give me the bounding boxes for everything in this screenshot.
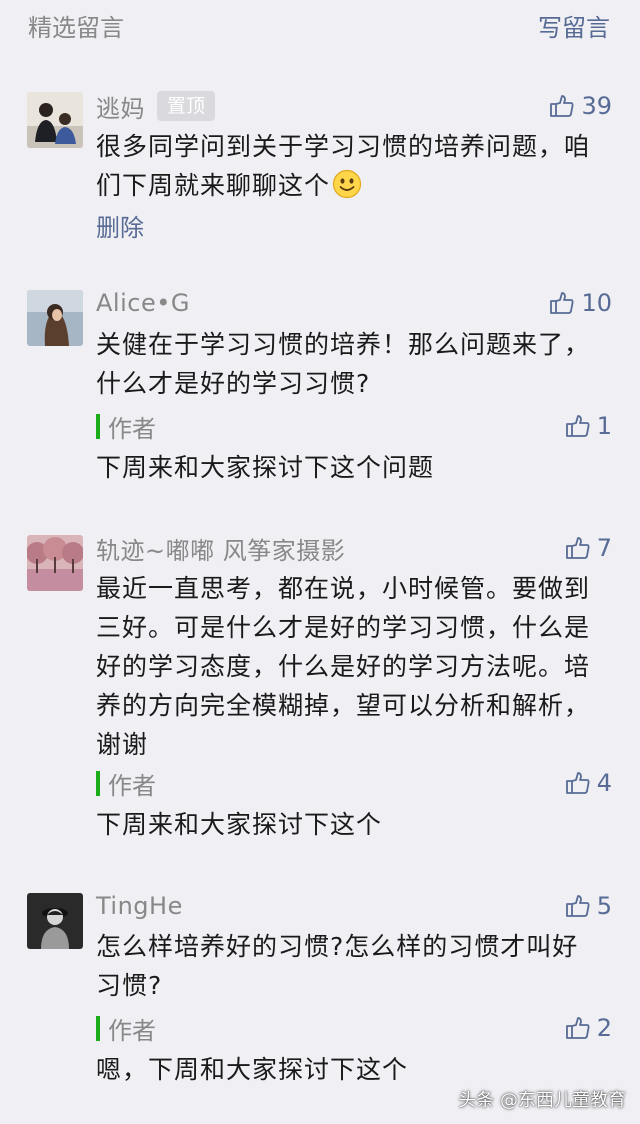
author-reply-bar — [96, 413, 100, 439]
bw-portrait-avatar[interactable] — [27, 893, 83, 949]
like-button[interactable]: 5 — [565, 888, 612, 924]
author-like-button[interactable]: 4 — [565, 765, 612, 801]
author-reply-header: 作者 — [96, 765, 156, 801]
author-reply-header: 作者 — [96, 408, 156, 444]
comments-header: 精选留言 写留言 — [0, 0, 640, 56]
like-button[interactable]: 39 — [549, 88, 612, 124]
thumbs-up-icon — [550, 95, 574, 117]
like-count: 7 — [596, 534, 612, 562]
comment-author-row: Alice•G — [96, 285, 190, 321]
author-reply-bar — [96, 1015, 100, 1041]
author-reply-bar — [96, 770, 100, 796]
author-like-count: 1 — [596, 412, 612, 440]
author-reply-text: 嗯，下周和大家探讨下这个 — [96, 1055, 409, 1084]
thumbs-up-icon — [550, 292, 574, 314]
author-reply-text: 下周来和大家探讨下这个 — [96, 810, 383, 839]
comment-author-row: 逃妈 置顶 — [96, 88, 216, 124]
write-comment-button[interactable]: 写留言 — [538, 8, 610, 43]
author-label: 作者 — [108, 1016, 156, 1045]
commenter-name: 逃妈 — [96, 94, 145, 123]
thumbs-up-icon — [565, 772, 590, 794]
like-count: 5 — [596, 892, 612, 920]
like-button[interactable]: 10 — [549, 285, 612, 321]
commenter-name: TingHe — [96, 892, 183, 920]
source-watermark: 头条 @东西儿童教育 — [458, 1090, 626, 1111]
portrait-photo-avatar[interactable] — [27, 290, 83, 346]
like-button[interactable]: 7 — [565, 530, 612, 566]
pinned-badge: 置顶 — [157, 91, 216, 121]
comment-author-row: 轨迹~嘟嘟 风筝家摄影 — [96, 530, 345, 566]
thumbs-up-icon — [565, 415, 590, 437]
thumbs-up-icon — [565, 895, 590, 917]
author-like-count: 4 — [596, 769, 612, 797]
author-label: 作者 — [108, 771, 156, 800]
author-like-count: 2 — [596, 1014, 612, 1042]
cherry-trees-avatar[interactable] — [27, 535, 83, 591]
author-reply-text: 下周来和大家探讨下这个问题 — [96, 453, 435, 482]
thumbs-up-icon — [565, 1017, 590, 1039]
comment-text: 怎么样培养好的习惯?怎么样的习惯才叫好习惯? — [96, 932, 579, 1000]
like-count: 39 — [581, 92, 612, 120]
delete-button[interactable]: 删除 — [96, 208, 144, 243]
author-reply-header: 作者 — [96, 1010, 156, 1046]
family-photo-avatar[interactable] — [27, 92, 83, 148]
author-like-button[interactable]: 2 — [565, 1010, 612, 1046]
commenter-name: 轨迹~嘟嘟 风筝家摄影 — [96, 536, 346, 565]
smiley-emoji-icon — [332, 169, 362, 199]
like-count: 10 — [581, 289, 612, 317]
featured-comments-title: 精选留言 — [28, 14, 124, 42]
thumbs-up-icon — [565, 537, 590, 559]
commenter-name: Alice•G — [96, 289, 190, 317]
comment-text: 很多同学问到关于学习习惯的培养问题，咱们下周就来聊聊这个 — [96, 127, 596, 205]
author-like-button[interactable]: 1 — [565, 408, 612, 444]
comment-text: 关健在于学习习惯的培养！那么问题来了，什么才是好的学习习惯? — [96, 330, 591, 398]
comment-text: 最近一直思考，都在说，小时候管。要做到三好。可是什么才是好的学习习惯，什么是好的… — [96, 574, 591, 759]
comment-author-row: TingHe — [96, 888, 183, 924]
author-label: 作者 — [108, 414, 156, 443]
